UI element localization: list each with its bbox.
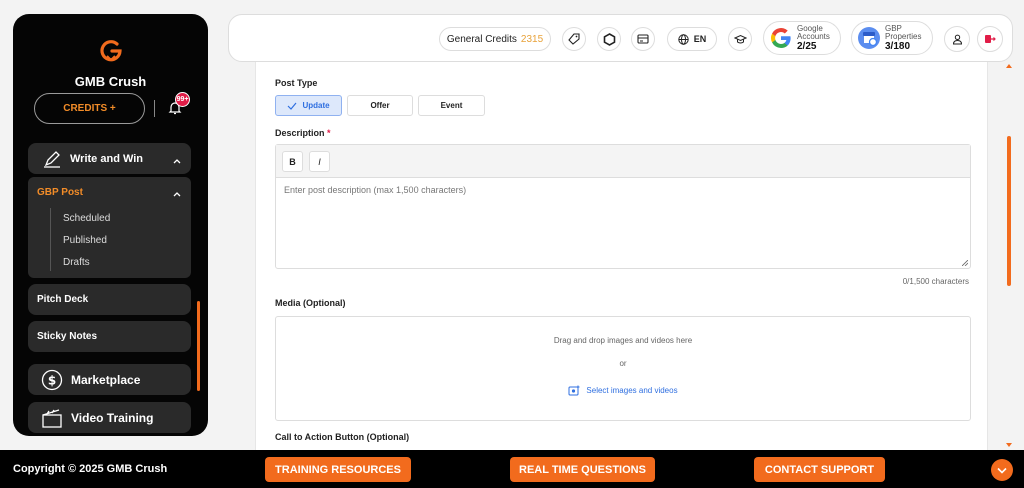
- media-dropzone[interactable]: Drag and drop images and videos here or …: [275, 316, 971, 421]
- scroll-down-icon[interactable]: [1006, 443, 1012, 447]
- post-type-offer-button[interactable]: Offer: [347, 95, 413, 116]
- post-form: Post Type Update Offer Event Description…: [255, 62, 988, 450]
- nav-drafts[interactable]: Drafts: [63, 257, 90, 268]
- nav-video-training-label: Video Training: [71, 410, 154, 425]
- training-resources-button[interactable]: TRAINING RESOURCES: [265, 457, 411, 482]
- google-accounts-label-2: Accounts: [797, 31, 830, 41]
- copyright: Copyright © 2025 GMB Crush: [13, 463, 168, 475]
- nav-marketplace-label: Marketplace: [71, 372, 141, 387]
- char-count: 0/1,500 characters: [902, 277, 969, 286]
- globe-icon: [678, 33, 689, 45]
- chevron-up-icon: [173, 158, 181, 163]
- drop-text: Drag and drop images and videos here: [553, 336, 693, 345]
- post-type-label: Post Type: [275, 78, 318, 88]
- nav-published[interactable]: Published: [63, 235, 107, 246]
- top-bar: General Credits 2315 EN Google Accounts …: [228, 14, 1013, 62]
- language-selector[interactable]: EN: [667, 27, 717, 51]
- google-accounts-value: 2/25: [797, 40, 817, 52]
- divider: [154, 100, 155, 117]
- description-editor[interactable]: B I Enter post description (max 1,500 ch…: [275, 144, 971, 269]
- select-media-link[interactable]: Select images and videos: [276, 385, 970, 396]
- user-icon[interactable]: [944, 26, 970, 52]
- general-credits[interactable]: General Credits 2315: [439, 27, 551, 51]
- editor-toolbar: B I: [276, 145, 970, 178]
- notification-badge: 99+: [175, 92, 190, 107]
- scroll-up-icon[interactable]: [1006, 64, 1012, 68]
- required-mark: *: [327, 128, 331, 138]
- nav-gbp-post[interactable]: GBP Post: [37, 187, 83, 198]
- svg-text:$: $: [48, 373, 56, 387]
- general-credits-value: 2315: [520, 33, 544, 45]
- sidebar-scrollbar[interactable]: [197, 301, 200, 391]
- brand-name: GMB Crush: [74, 74, 147, 89]
- description-label-text: Description: [275, 128, 325, 138]
- pen-icon: [44, 150, 60, 168]
- tag-icon[interactable]: [562, 27, 586, 51]
- nav-marketplace[interactable]: $ Marketplace: [28, 364, 191, 395]
- description-placeholder: Enter post description (max 1,500 charac…: [284, 185, 467, 195]
- contact-support-button[interactable]: CONTACT SUPPORT: [754, 457, 885, 482]
- main-scrollbar[interactable]: [1007, 136, 1011, 286]
- nav-write-and-win-label: Write and Win: [70, 152, 144, 165]
- gbp-properties-value: 3/180: [885, 40, 911, 52]
- media-label: Media (Optional): [275, 298, 346, 308]
- sidebar: GMB Crush CREDITS + 99+ Write and Win GB…: [13, 14, 208, 436]
- nav-write-and-win[interactable]: Write and Win: [28, 143, 191, 174]
- chevron-down-icon[interactable]: [991, 459, 1013, 481]
- credits-button[interactable]: CREDITS +: [34, 93, 145, 124]
- gmb-crush-logo-icon: [99, 40, 122, 62]
- clapperboard-icon: [42, 408, 62, 428]
- graduation-cap-icon[interactable]: [728, 27, 752, 51]
- footer: Copyright © 2025 GMB Crush TRAINING RESO…: [0, 450, 1024, 488]
- cta-label: Call to Action Button (Optional): [275, 432, 410, 442]
- bold-button[interactable]: B: [282, 151, 303, 172]
- openai-icon[interactable]: [597, 27, 621, 51]
- description-label: Description *: [275, 128, 331, 138]
- dollar-icon: $: [41, 369, 63, 390]
- gbp-store-icon: [858, 27, 880, 49]
- nav-scheduled[interactable]: Scheduled: [63, 213, 110, 224]
- post-type-update-label: Update: [302, 101, 330, 110]
- general-credits-label: General Credits: [446, 33, 517, 45]
- language-value: EN: [693, 34, 707, 44]
- italic-button[interactable]: I: [309, 151, 330, 172]
- check-icon: [288, 102, 297, 110]
- google-accounts[interactable]: Google Accounts 2/25: [763, 21, 841, 55]
- resize-handle-icon[interactable]: [962, 260, 968, 266]
- real-time-questions-button[interactable]: REAL TIME QUESTIONS: [510, 457, 655, 482]
- gbp-properties[interactable]: GBP Properties 3/180: [851, 21, 933, 55]
- submenu-line: [50, 208, 51, 271]
- card-icon[interactable]: [631, 27, 655, 51]
- or-text: or: [619, 359, 627, 368]
- nav-pitch-deck[interactable]: Pitch Deck: [28, 284, 191, 315]
- add-photo-icon: [568, 385, 580, 396]
- post-type-update-button[interactable]: Update: [275, 95, 342, 116]
- nav-sticky-notes[interactable]: Sticky Notes: [28, 321, 191, 352]
- gbp-post-submenu: GBP Post Scheduled Published Drafts: [28, 177, 191, 278]
- chevron-up-icon[interactable]: [173, 190, 181, 198]
- select-media-label: Select images and videos: [586, 386, 678, 395]
- gbp-properties-label-2: Properties: [885, 31, 922, 41]
- google-icon: [771, 28, 791, 48]
- post-type-event-button[interactable]: Event: [418, 95, 485, 116]
- logout-icon[interactable]: [977, 26, 1003, 52]
- logo[interactable]: GMB Crush: [13, 38, 208, 89]
- nav-video-training[interactable]: Video Training: [28, 402, 191, 433]
